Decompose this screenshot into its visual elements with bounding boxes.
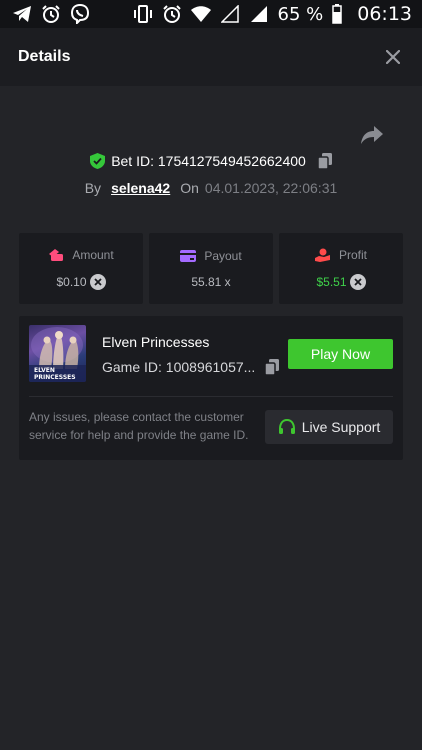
play-now-button[interactable]: Play Now [288, 339, 393, 369]
stat-amount-value: $0.10 [56, 273, 106, 290]
status-bar-left [12, 4, 90, 24]
currency-x-icon [349, 273, 366, 290]
close-button[interactable] [382, 46, 404, 68]
status-bar: 65 % 06:13 [0, 0, 422, 28]
by-label: By [84, 180, 102, 196]
clock: 06:13 [357, 3, 412, 25]
battery-icon [332, 4, 342, 24]
signal-empty-icon [220, 4, 240, 24]
copy-game-id-button[interactable] [265, 359, 280, 375]
stat-payout: Payout 55.81 x [149, 233, 273, 304]
on-label: On [180, 180, 199, 196]
alarm-icon [162, 4, 182, 24]
page-title: Details [18, 48, 71, 65]
stat-amount: Amount $0.10 [19, 233, 143, 304]
wallet-icon [48, 248, 64, 262]
stat-payout-value: 55.81 x [191, 274, 231, 289]
bet-stats: Amount $0.10 Payout 55.81 x Profit $5.51 [19, 233, 403, 304]
game-thumbnail[interactable]: ELVEN PRINCESSES [29, 325, 86, 382]
stat-payout-label: Payout [180, 249, 242, 263]
share-button[interactable] [360, 124, 384, 146]
game-id: Game ID: 1008961057... [102, 359, 256, 375]
wifi-icon [190, 4, 211, 24]
vibrate-icon [133, 4, 153, 24]
stat-amount-label: Amount [48, 248, 114, 262]
divider [29, 396, 393, 397]
game-id-row: Game ID: 1008961057... [102, 359, 280, 375]
copy-bet-id-button[interactable] [317, 153, 332, 169]
bet-id-row: Bet ID: 1754127549452662400 [0, 153, 422, 169]
battery-percent: 65 % [277, 3, 324, 25]
thumb-title-line2: PRINCESSES [34, 374, 76, 381]
alarm-icon [41, 4, 61, 24]
close-icon [386, 50, 400, 64]
bet-datetime: 04.01.2023, 22:06:31 [204, 180, 338, 196]
viber-icon [70, 4, 90, 24]
thumb-title-line1: ELVEN [34, 367, 55, 374]
status-bar-right: 65 % 06:13 [133, 3, 412, 25]
stat-profit: Profit $5.51 [279, 233, 403, 304]
share-icon [361, 126, 383, 144]
profit-hand-icon [314, 248, 331, 262]
copy-icon [265, 359, 280, 375]
game-name: Elven Princesses [102, 334, 210, 350]
stat-profit-label: Profit [314, 248, 367, 262]
headset-icon [278, 418, 296, 436]
card-icon [180, 249, 197, 262]
telegram-icon [12, 4, 32, 24]
bet-meta-row: By selena42 On 04.01.2023, 22:06:31 [0, 180, 422, 196]
shield-check-icon [90, 153, 106, 169]
live-support-label: Live Support [301, 419, 381, 435]
support-help-text: Any issues, please contact the customer … [29, 410, 249, 442]
stat-profit-value: $5.51 [316, 273, 366, 290]
signal-icon [249, 4, 269, 24]
currency-x-icon [89, 273, 106, 290]
game-card: ELVEN PRINCESSES Elven Princesses Game I… [19, 316, 403, 460]
bet-id: Bet ID: 1754127549452662400 [111, 153, 306, 169]
live-support-button[interactable]: Live Support [265, 410, 393, 444]
copy-icon [317, 153, 332, 169]
username-link[interactable]: selena42 [111, 180, 170, 196]
details-header: Details [0, 28, 422, 86]
